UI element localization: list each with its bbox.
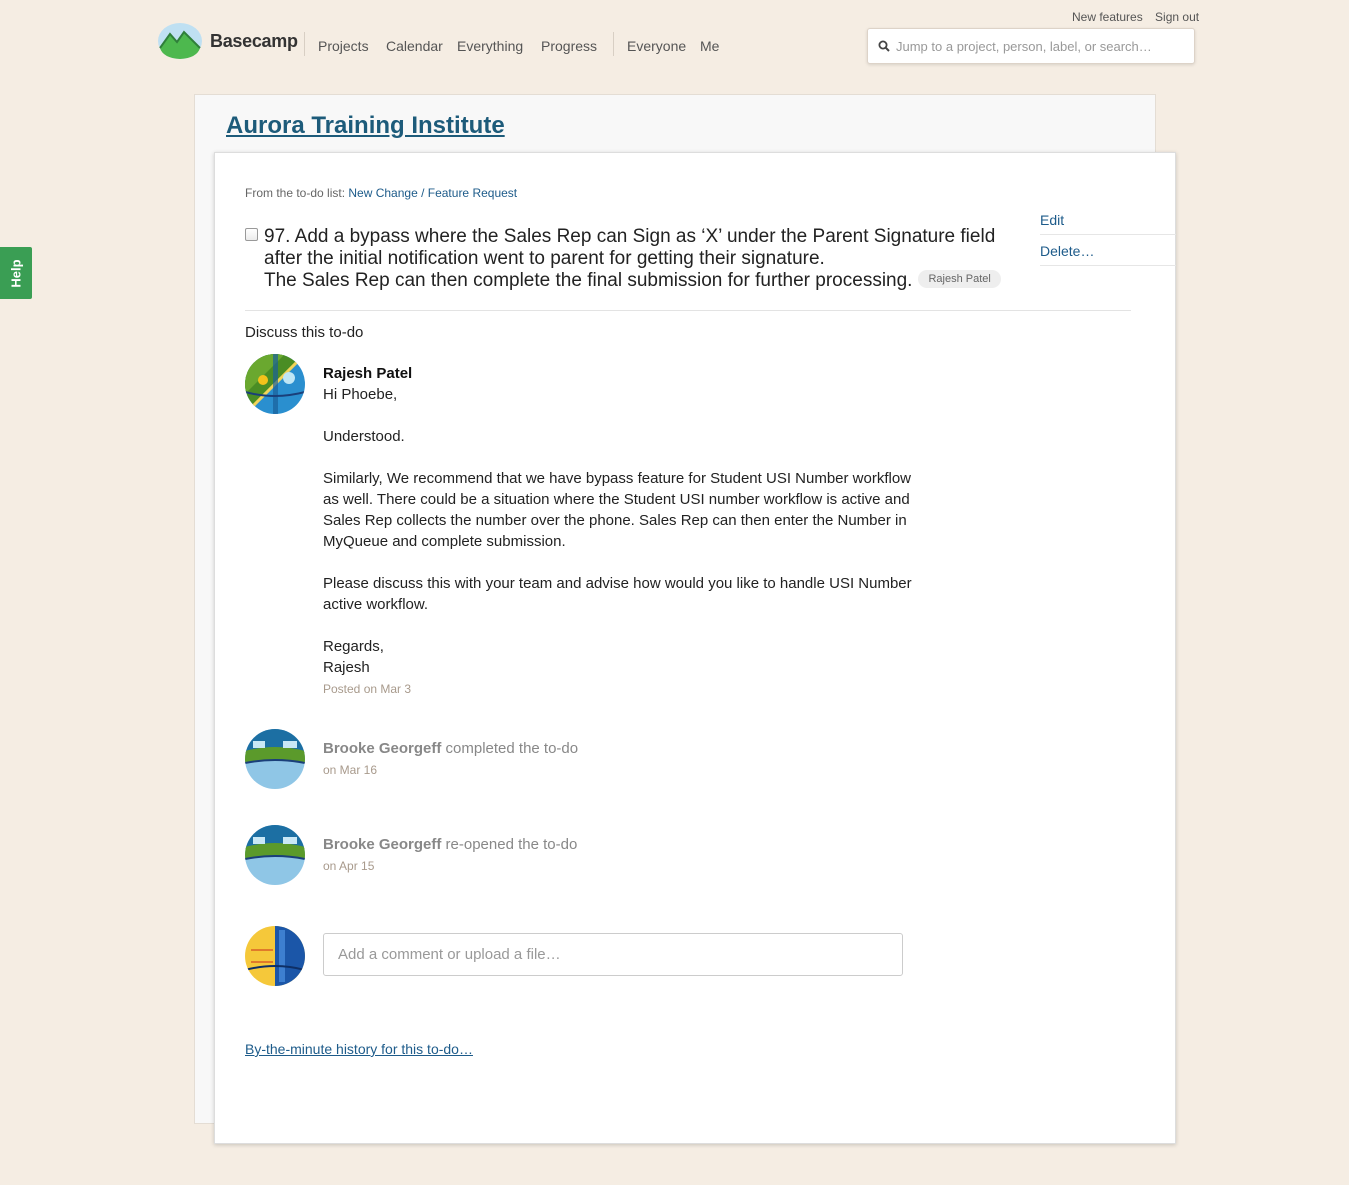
todo-checkbox[interactable] [245,228,258,241]
todo-list-breadcrumb: From the to-do list: New Change / Featur… [245,186,517,200]
avatar[interactable] [245,729,305,789]
event-action: re-opened the to-do [445,836,578,853]
history-link[interactable]: By-the-minute history for this to-do… [245,1041,473,1057]
assignee-badge[interactable]: Rajesh Patel [918,269,1001,288]
event-date[interactable]: on Mar 16 [323,763,377,777]
nav-calendar[interactable]: Calendar [386,38,443,54]
activity-event: Brooke Georgeff re-opened the to-do [323,836,577,853]
comment-timestamp[interactable]: Posted on Mar 3 [323,682,411,696]
current-user-avatar [245,926,305,986]
help-tab[interactable]: Help [0,247,32,299]
comment-paragraph: Understood. [323,428,405,445]
avatar[interactable] [245,354,305,414]
section-divider [245,310,1131,311]
event-actor[interactable]: Brooke Georgeff [323,740,441,757]
nav-progress[interactable]: Progress [541,38,597,54]
comment-paragraph: Please discuss this with your team and a… [323,575,912,613]
nav-divider [304,32,305,56]
nav-everyone[interactable]: Everyone [627,38,686,54]
user-avatar-icon [245,926,305,986]
avatar[interactable] [245,825,305,885]
user-avatar-icon [245,354,305,414]
search-input[interactable] [896,38,1186,54]
user-avatar-icon [245,729,305,789]
sign-out-link[interactable]: Sign out [1155,10,1199,24]
comment-body: Hi Phoebe, Understood. Similarly, We rec… [323,384,913,678]
nav-me[interactable]: Me [700,38,719,54]
comment-paragraph: Hi Phoebe, [323,386,398,403]
discussion-heading: Discuss this to-do [245,324,364,341]
brand-name: Basecamp [210,30,298,51]
project-title-link[interactable]: Aurora Training Institute [226,112,505,140]
basecamp-logo[interactable]: Basecamp [157,22,298,60]
edit-link[interactable]: Edit [1040,212,1064,228]
from-list-prefix: From the to-do list: [245,186,346,200]
comment-paragraph: Similarly, We recommend that we have byp… [323,470,912,550]
user-avatar-icon [245,825,305,885]
todo-title-line: after the initial notification went to p… [264,248,825,269]
delete-link[interactable]: Delete… [1040,243,1094,259]
event-action: completed the to-do [445,740,579,757]
todo-title-line: 97. Add a bypass where the Sales Rep can… [264,226,996,247]
nav-everything[interactable]: Everything [457,38,523,54]
nav-projects[interactable]: Projects [318,38,369,54]
search-icon [878,40,890,52]
help-label: Help [8,258,24,288]
search-box[interactable] [867,28,1195,64]
comment-signature: Rajesh [323,659,370,676]
top-links: New features Sign out [1072,10,1208,24]
event-actor[interactable]: Brooke Georgeff [323,836,441,853]
comment-author[interactable]: Rajesh Patel [323,365,412,382]
todo-list-link[interactable]: New Change / Feature Request [348,186,517,200]
event-date[interactable]: on Apr 15 [323,859,374,873]
comment-signoff: Regards, [323,638,384,655]
todo-title: 97. Add a bypass where the Sales Rep can… [264,226,1034,292]
new-comment-input[interactable] [323,933,903,976]
new-features-link[interactable]: New features [1072,10,1143,24]
activity-event: Brooke Georgeff completed the to-do [323,740,578,757]
nav-divider [613,32,614,56]
mountain-logo-icon [158,23,202,59]
todo-title-line: The Sales Rep can then complete the fina… [264,269,1034,292]
todo-actions: Edit Delete… [1040,204,1176,266]
